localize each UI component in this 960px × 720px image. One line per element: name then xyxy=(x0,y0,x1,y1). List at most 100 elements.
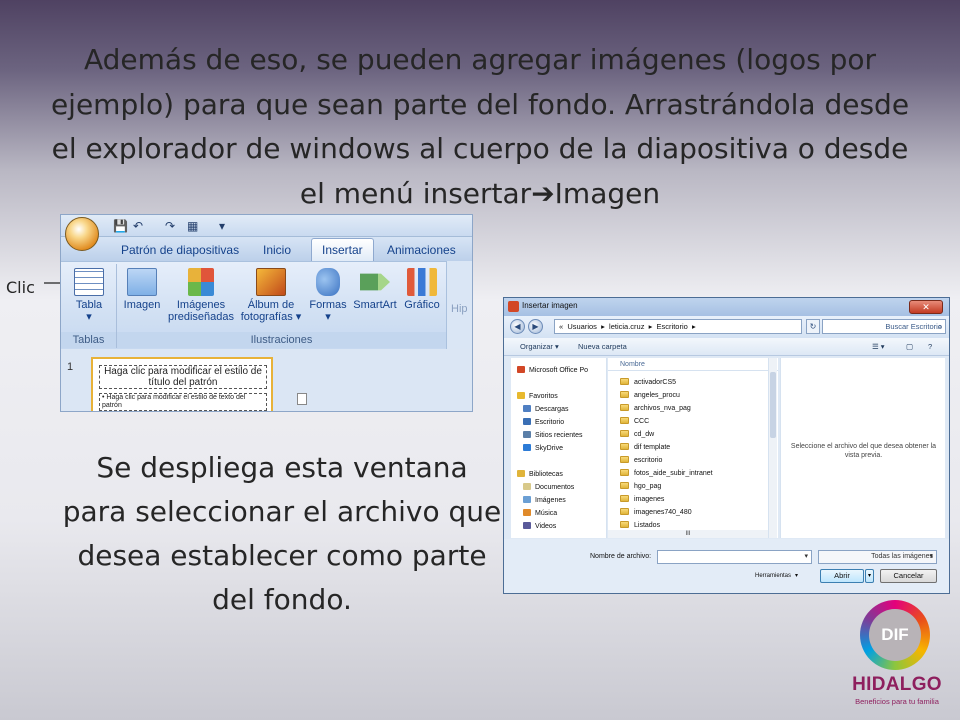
refresh-icon[interactable]: ↻ xyxy=(806,319,820,334)
dialog-title: Insertar imagen xyxy=(522,301,578,310)
column-header-name[interactable]: Nombre xyxy=(608,358,778,371)
folder-icon xyxy=(620,443,629,450)
imagen-button[interactable]: Imagen xyxy=(121,266,163,311)
list-item[interactable]: hgo_pag xyxy=(620,482,661,490)
preview-pane-icon[interactable]: ▢ xyxy=(906,342,913,351)
tab-inicio[interactable]: Inicio xyxy=(255,241,299,259)
open-dropdown-icon[interactable]: ▾ xyxy=(865,569,874,583)
pictures-icon xyxy=(523,496,531,503)
navigation-bar: ◀ ▶ « Usuarios ▸ leticia.cruz ▸ Escritor… xyxy=(504,316,949,338)
smartart-button[interactable]: SmartArt xyxy=(351,266,399,311)
list-item[interactable]: imagenes xyxy=(620,495,664,503)
hipervinculo-button-partial[interactable]: Hip xyxy=(451,303,468,315)
customize-icon[interactable]: ▾ xyxy=(219,219,225,233)
downloads-icon xyxy=(523,405,531,412)
callout-label: Clic xyxy=(6,278,35,297)
file-type-select[interactable]: Todas las imágenes ▾ xyxy=(818,550,937,564)
tab-animaciones[interactable]: Animaciones xyxy=(379,241,464,259)
folder-icon xyxy=(620,404,629,411)
shapes-icon xyxy=(316,268,340,296)
organize-button[interactable]: Organizar ▾ xyxy=(520,342,559,351)
list-item[interactable]: fotos_aide_subir_intranet xyxy=(620,469,713,477)
undo-icon[interactable]: ↶ xyxy=(133,219,143,233)
vertical-scrollbar[interactable] xyxy=(768,358,777,538)
arrow-right-icon: ➔ xyxy=(531,176,555,210)
clipart-button[interactable]: Imágenes prediseñadas xyxy=(167,266,235,323)
logo-ring: DIF xyxy=(860,600,930,670)
close-button[interactable]: ✕ xyxy=(909,300,943,314)
list-item[interactable]: dif template xyxy=(620,443,670,451)
tab-patron[interactable]: Patrón de diapositivas xyxy=(113,241,247,259)
chart-icon xyxy=(407,268,437,296)
videos-icon xyxy=(523,522,531,529)
thumbnail-body-placeholder: • Haga clic para modificar el estilo de … xyxy=(99,393,267,411)
ribbon-screenshot: 💾 ↶ ↷ ▦ ▾ Patrón de diapositivas Inicio … xyxy=(60,214,473,412)
view-icon[interactable]: ☰ ▾ xyxy=(872,342,885,351)
open-button[interactable]: Abrir xyxy=(820,569,864,583)
list-item[interactable]: escritorio xyxy=(620,456,662,464)
folder-icon xyxy=(620,521,629,528)
new-folder-button[interactable]: Nueva carpeta xyxy=(578,342,627,351)
save-icon[interactable]: 💾 xyxy=(113,219,128,233)
nav-item[interactable]: Imágenes xyxy=(523,496,566,504)
help-icon[interactable]: ? xyxy=(928,342,932,351)
group-label-ilustraciones: Ilustraciones xyxy=(117,332,446,348)
grafico-button[interactable]: Gráfico xyxy=(401,266,443,311)
folder-icon xyxy=(620,456,629,463)
dialog-toolbar: Organizar ▾ Nueva carpeta ☰ ▾ ▢ ? xyxy=(504,338,949,356)
nav-item[interactable]: Microsoft Office Po xyxy=(517,366,588,374)
nav-item[interactable]: Documentos xyxy=(523,483,574,491)
slide-thumbnail[interactable]: Haga clic para modificar el estilo de tí… xyxy=(91,357,273,411)
filename-input[interactable]: ▾ xyxy=(657,550,812,564)
nav-item[interactable]: Descargas xyxy=(523,405,568,413)
formas-button[interactable]: Formas ▾ xyxy=(307,266,349,323)
folder-icon xyxy=(620,482,629,489)
back-icon[interactable]: ◀ xyxy=(510,319,525,334)
horizontal-scrollbar[interactable]: III xyxy=(608,530,768,538)
cancel-button[interactable]: Cancelar xyxy=(880,569,937,583)
music-icon xyxy=(523,509,531,516)
nav-item[interactable]: Sitios recientes xyxy=(523,431,582,439)
nav-item[interactable]: Favoritos xyxy=(517,392,558,400)
forward-icon[interactable]: ▶ xyxy=(528,319,543,334)
logo-tagline: Beneficios para tu familia xyxy=(855,697,939,706)
list-item[interactable]: CCC xyxy=(620,417,649,425)
thumbnail-scroll[interactable] xyxy=(297,393,307,405)
tabla-button[interactable]: Tabla ▾ xyxy=(67,266,111,323)
group-ilustraciones: Imagen Imágenes prediseñadas Álbum de foto… xyxy=(117,264,446,348)
preview-pane: Seleccione el archivo del que desea obte… xyxy=(780,358,945,538)
search-input[interactable]: Buscar Escritorio ⌕ xyxy=(822,319,946,334)
list-item[interactable]: activadorCS5 xyxy=(620,378,676,386)
office-icon xyxy=(517,366,525,373)
nav-item[interactable]: Videos xyxy=(523,522,556,530)
search-icon: ⌕ xyxy=(937,322,942,331)
address-bar[interactable]: « Usuarios ▸ leticia.cruz ▸ Escritorio ▸ xyxy=(554,319,802,334)
list-item[interactable]: angeles_procu xyxy=(620,391,680,399)
office-button[interactable] xyxy=(65,217,99,251)
chevron-down-icon[interactable]: ▾ xyxy=(804,551,808,563)
file-list: Nombre activadorCS5 angeles_procu archiv… xyxy=(608,358,778,538)
folder-icon xyxy=(620,378,629,385)
clipart-icon xyxy=(188,268,214,296)
list-item[interactable]: cd_dw xyxy=(620,430,654,438)
tools-menu[interactable]: Herramientas ▾ xyxy=(751,572,798,579)
album-button[interactable]: Álbum de fotografías ▾ xyxy=(239,266,303,323)
slide-thumbnails-pane: 1 Haga clic para modificar el estilo de … xyxy=(61,349,472,411)
list-item[interactable]: archivos_nva_pag xyxy=(620,404,691,412)
print-icon[interactable]: ▦ xyxy=(187,219,198,233)
nav-item[interactable]: SkyDrive xyxy=(523,444,563,452)
nav-item[interactable]: Música xyxy=(523,509,557,517)
folder-icon xyxy=(620,508,629,515)
picture-icon xyxy=(127,268,157,296)
tab-insertar[interactable]: Insertar xyxy=(311,238,374,262)
redo-icon[interactable]: ↷ xyxy=(165,219,175,233)
smartart-icon xyxy=(360,273,390,291)
nav-item[interactable]: Escritorio xyxy=(523,418,564,426)
filename-label: Nombre de archivo: xyxy=(590,553,652,560)
list-item[interactable]: imagenes740_480 xyxy=(620,508,692,516)
group-tablas: Tabla ▾ Tablas xyxy=(61,264,117,348)
dialog-title-bar: Insertar imagen ✕ xyxy=(504,298,949,316)
list-item[interactable]: Listados xyxy=(620,521,660,529)
skydrive-icon xyxy=(523,444,531,451)
nav-item[interactable]: Bibliotecas xyxy=(517,470,563,478)
